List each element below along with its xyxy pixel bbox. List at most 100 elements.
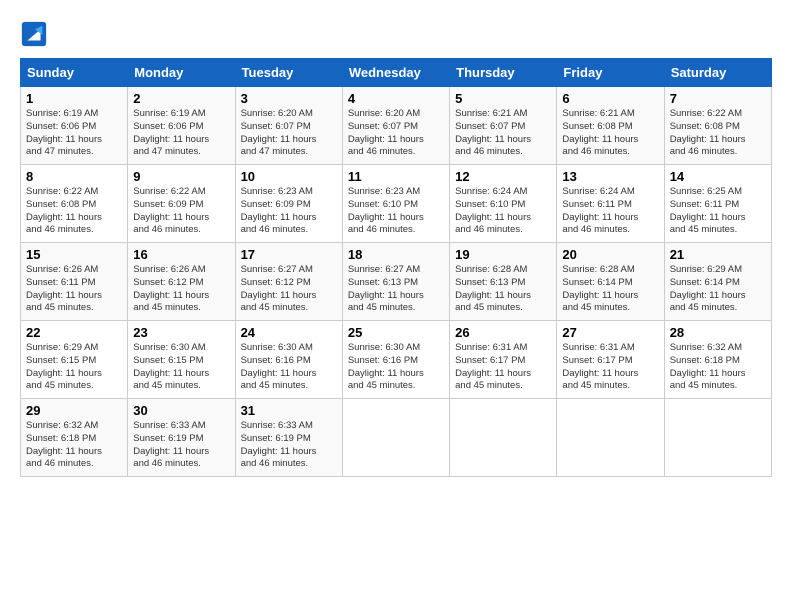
- day-number: 15: [26, 247, 122, 262]
- day-number: 6: [562, 91, 658, 106]
- day-info: Sunrise: 6:24 AM Sunset: 6:10 PM Dayligh…: [455, 186, 551, 237]
- day-number: 7: [670, 91, 766, 106]
- day-cell: 24Sunrise: 6:30 AM Sunset: 6:16 PM Dayli…: [235, 321, 342, 399]
- day-info: Sunrise: 6:22 AM Sunset: 6:09 PM Dayligh…: [133, 186, 229, 237]
- day-info: Sunrise: 6:20 AM Sunset: 6:07 PM Dayligh…: [241, 108, 337, 159]
- day-number: 5: [455, 91, 551, 106]
- weekday-header: Friday: [557, 59, 664, 87]
- day-cell: 15 Sunrise: 6:26 AM Sunset: 6:11 PM Dayli…: [21, 243, 128, 321]
- day-info: Sunrise: 6:32 AM Sunset: 6:18 PM Dayligh…: [670, 342, 766, 393]
- day-cell: 6 Sunrise: 6:21 AM Sunset: 6:08 PM Daylig…: [557, 87, 664, 165]
- day-info: Sunrise: 6:25 AM Sunset: 6:11 PM Dayligh…: [670, 186, 766, 237]
- day-number: 30: [133, 403, 229, 418]
- day-info: Sunrise: 6:30 AM Sunset: 6:15 PM Dayligh…: [133, 342, 229, 393]
- day-cell: 20 Sunrise: 6:28 AM Sunset: 6:14 PM Dayli…: [557, 243, 664, 321]
- day-info: Sunrise: 6:30 AM Sunset: 6:16 PM Dayligh…: [348, 342, 444, 393]
- day-number: 22: [26, 325, 122, 340]
- day-number: 18: [348, 247, 444, 262]
- day-cell: 31 Sunrise: 6:33 AM Sunset: 6:19 PM Dayli…: [235, 399, 342, 477]
- header: [20, 20, 772, 48]
- day-cell: 29 Sunrise: 6:32 AM Sunset: 6:18 PM Dayli…: [21, 399, 128, 477]
- day-number: 16: [133, 247, 229, 262]
- day-number: 23: [133, 325, 229, 340]
- day-number: 27: [562, 325, 658, 340]
- day-info: Sunrise: 6:21 AM Sunset: 6:08 PM Dayligh…: [562, 108, 658, 159]
- day-info: Sunrise: 6:19 AM Sunset: 6:06 PM Dayligh…: [26, 108, 122, 159]
- day-cell: 4Sunrise: 6:20 AM Sunset: 6:07 PM Daylig…: [342, 87, 449, 165]
- day-cell: 14 Sunrise: 6:25 AM Sunset: 6:11 PM Dayli…: [664, 165, 771, 243]
- logo-icon: [20, 20, 48, 48]
- day-cell: 2Sunrise: 6:19 AM Sunset: 6:06 PM Daylig…: [128, 87, 235, 165]
- day-number: 11: [348, 169, 444, 184]
- day-info: Sunrise: 6:32 AM Sunset: 6:18 PM Dayligh…: [26, 420, 122, 471]
- logo: [20, 20, 52, 48]
- day-cell: 22Sunrise: 6:29 AM Sunset: 6:15 PM Dayli…: [21, 321, 128, 399]
- week-row: 22Sunrise: 6:29 AM Sunset: 6:15 PM Dayli…: [21, 321, 772, 399]
- day-cell: 8 Sunrise: 6:22 AM Sunset: 6:08 PM Daylig…: [21, 165, 128, 243]
- day-number: 21: [670, 247, 766, 262]
- day-info: Sunrise: 6:33 AM Sunset: 6:19 PM Dayligh…: [133, 420, 229, 471]
- day-number: 29: [26, 403, 122, 418]
- day-info: Sunrise: 6:23 AM Sunset: 6:10 PM Dayligh…: [348, 186, 444, 237]
- day-number: 31: [241, 403, 337, 418]
- weekday-header: Saturday: [664, 59, 771, 87]
- day-number: 28: [670, 325, 766, 340]
- day-number: 3: [241, 91, 337, 106]
- day-cell: 3 Sunrise: 6:20 AM Sunset: 6:07 PM Daylig…: [235, 87, 342, 165]
- day-cell: 23 Sunrise: 6:30 AM Sunset: 6:15 PM Dayli…: [128, 321, 235, 399]
- day-info: Sunrise: 6:26 AM Sunset: 6:11 PM Dayligh…: [26, 264, 122, 315]
- day-cell: 12 Sunrise: 6:24 AM Sunset: 6:10 PM Dayli…: [450, 165, 557, 243]
- day-number: 25: [348, 325, 444, 340]
- day-number: 9: [133, 169, 229, 184]
- calendar-body: 1 Sunrise: 6:19 AM Sunset: 6:06 PM Daylig…: [21, 87, 772, 477]
- day-number: 12: [455, 169, 551, 184]
- week-row: 1 Sunrise: 6:19 AM Sunset: 6:06 PM Daylig…: [21, 87, 772, 165]
- day-info: Sunrise: 6:22 AM Sunset: 6:08 PM Dayligh…: [26, 186, 122, 237]
- day-cell: 28 Sunrise: 6:32 AM Sunset: 6:18 PM Dayli…: [664, 321, 771, 399]
- weekday-header: Monday: [128, 59, 235, 87]
- weekday-row: SundayMondayTuesdayWednesdayThursdayFrid…: [21, 59, 772, 87]
- day-number: 1: [26, 91, 122, 106]
- day-cell: 18Sunrise: 6:27 AM Sunset: 6:13 PM Dayli…: [342, 243, 449, 321]
- day-number: 10: [241, 169, 337, 184]
- day-number: 19: [455, 247, 551, 262]
- day-cell: 10 Sunrise: 6:23 AM Sunset: 6:09 PM Dayli…: [235, 165, 342, 243]
- day-info: Sunrise: 6:28 AM Sunset: 6:14 PM Dayligh…: [562, 264, 658, 315]
- day-cell: 19Sunrise: 6:28 AM Sunset: 6:13 PM Dayli…: [450, 243, 557, 321]
- weekday-header: Sunday: [21, 59, 128, 87]
- day-cell: 26Sunrise: 6:31 AM Sunset: 6:17 PM Dayli…: [450, 321, 557, 399]
- weekday-header: Thursday: [450, 59, 557, 87]
- day-info: Sunrise: 6:22 AM Sunset: 6:08 PM Dayligh…: [670, 108, 766, 159]
- day-number: 20: [562, 247, 658, 262]
- weekday-header: Tuesday: [235, 59, 342, 87]
- day-cell: 5 Sunrise: 6:21 AM Sunset: 6:07 PM Daylig…: [450, 87, 557, 165]
- day-cell: 7 Sunrise: 6:22 AM Sunset: 6:08 PM Daylig…: [664, 87, 771, 165]
- week-row: 29 Sunrise: 6:32 AM Sunset: 6:18 PM Dayli…: [21, 399, 772, 477]
- day-cell: 17Sunrise: 6:27 AM Sunset: 6:12 PM Dayli…: [235, 243, 342, 321]
- day-cell: 16 Sunrise: 6:26 AM Sunset: 6:12 PM Dayli…: [128, 243, 235, 321]
- day-cell: 1 Sunrise: 6:19 AM Sunset: 6:06 PM Daylig…: [21, 87, 128, 165]
- calendar-table: SundayMondayTuesdayWednesdayThursdayFrid…: [20, 58, 772, 477]
- day-info: Sunrise: 6:23 AM Sunset: 6:09 PM Dayligh…: [241, 186, 337, 237]
- day-number: 17: [241, 247, 337, 262]
- day-number: 14: [670, 169, 766, 184]
- day-info: Sunrise: 6:24 AM Sunset: 6:11 PM Dayligh…: [562, 186, 658, 237]
- day-number: 8: [26, 169, 122, 184]
- day-number: 13: [562, 169, 658, 184]
- day-info: Sunrise: 6:21 AM Sunset: 6:07 PM Dayligh…: [455, 108, 551, 159]
- day-cell: 9 Sunrise: 6:22 AM Sunset: 6:09 PM Daylig…: [128, 165, 235, 243]
- day-info: Sunrise: 6:19 AM Sunset: 6:06 PM Dayligh…: [133, 108, 229, 159]
- day-cell: [342, 399, 449, 477]
- day-info: Sunrise: 6:29 AM Sunset: 6:14 PM Dayligh…: [670, 264, 766, 315]
- day-info: Sunrise: 6:30 AM Sunset: 6:16 PM Dayligh…: [241, 342, 337, 393]
- day-cell: [450, 399, 557, 477]
- week-row: 8 Sunrise: 6:22 AM Sunset: 6:08 PM Daylig…: [21, 165, 772, 243]
- weekday-header: Wednesday: [342, 59, 449, 87]
- day-info: Sunrise: 6:33 AM Sunset: 6:19 PM Dayligh…: [241, 420, 337, 471]
- day-cell: 27 Sunrise: 6:31 AM Sunset: 6:17 PM Dayli…: [557, 321, 664, 399]
- week-row: 15 Sunrise: 6:26 AM Sunset: 6:11 PM Dayli…: [21, 243, 772, 321]
- day-info: Sunrise: 6:20 AM Sunset: 6:07 PM Dayligh…: [348, 108, 444, 159]
- day-info: Sunrise: 6:31 AM Sunset: 6:17 PM Dayligh…: [562, 342, 658, 393]
- day-info: Sunrise: 6:26 AM Sunset: 6:12 PM Dayligh…: [133, 264, 229, 315]
- day-info: Sunrise: 6:31 AM Sunset: 6:17 PM Dayligh…: [455, 342, 551, 393]
